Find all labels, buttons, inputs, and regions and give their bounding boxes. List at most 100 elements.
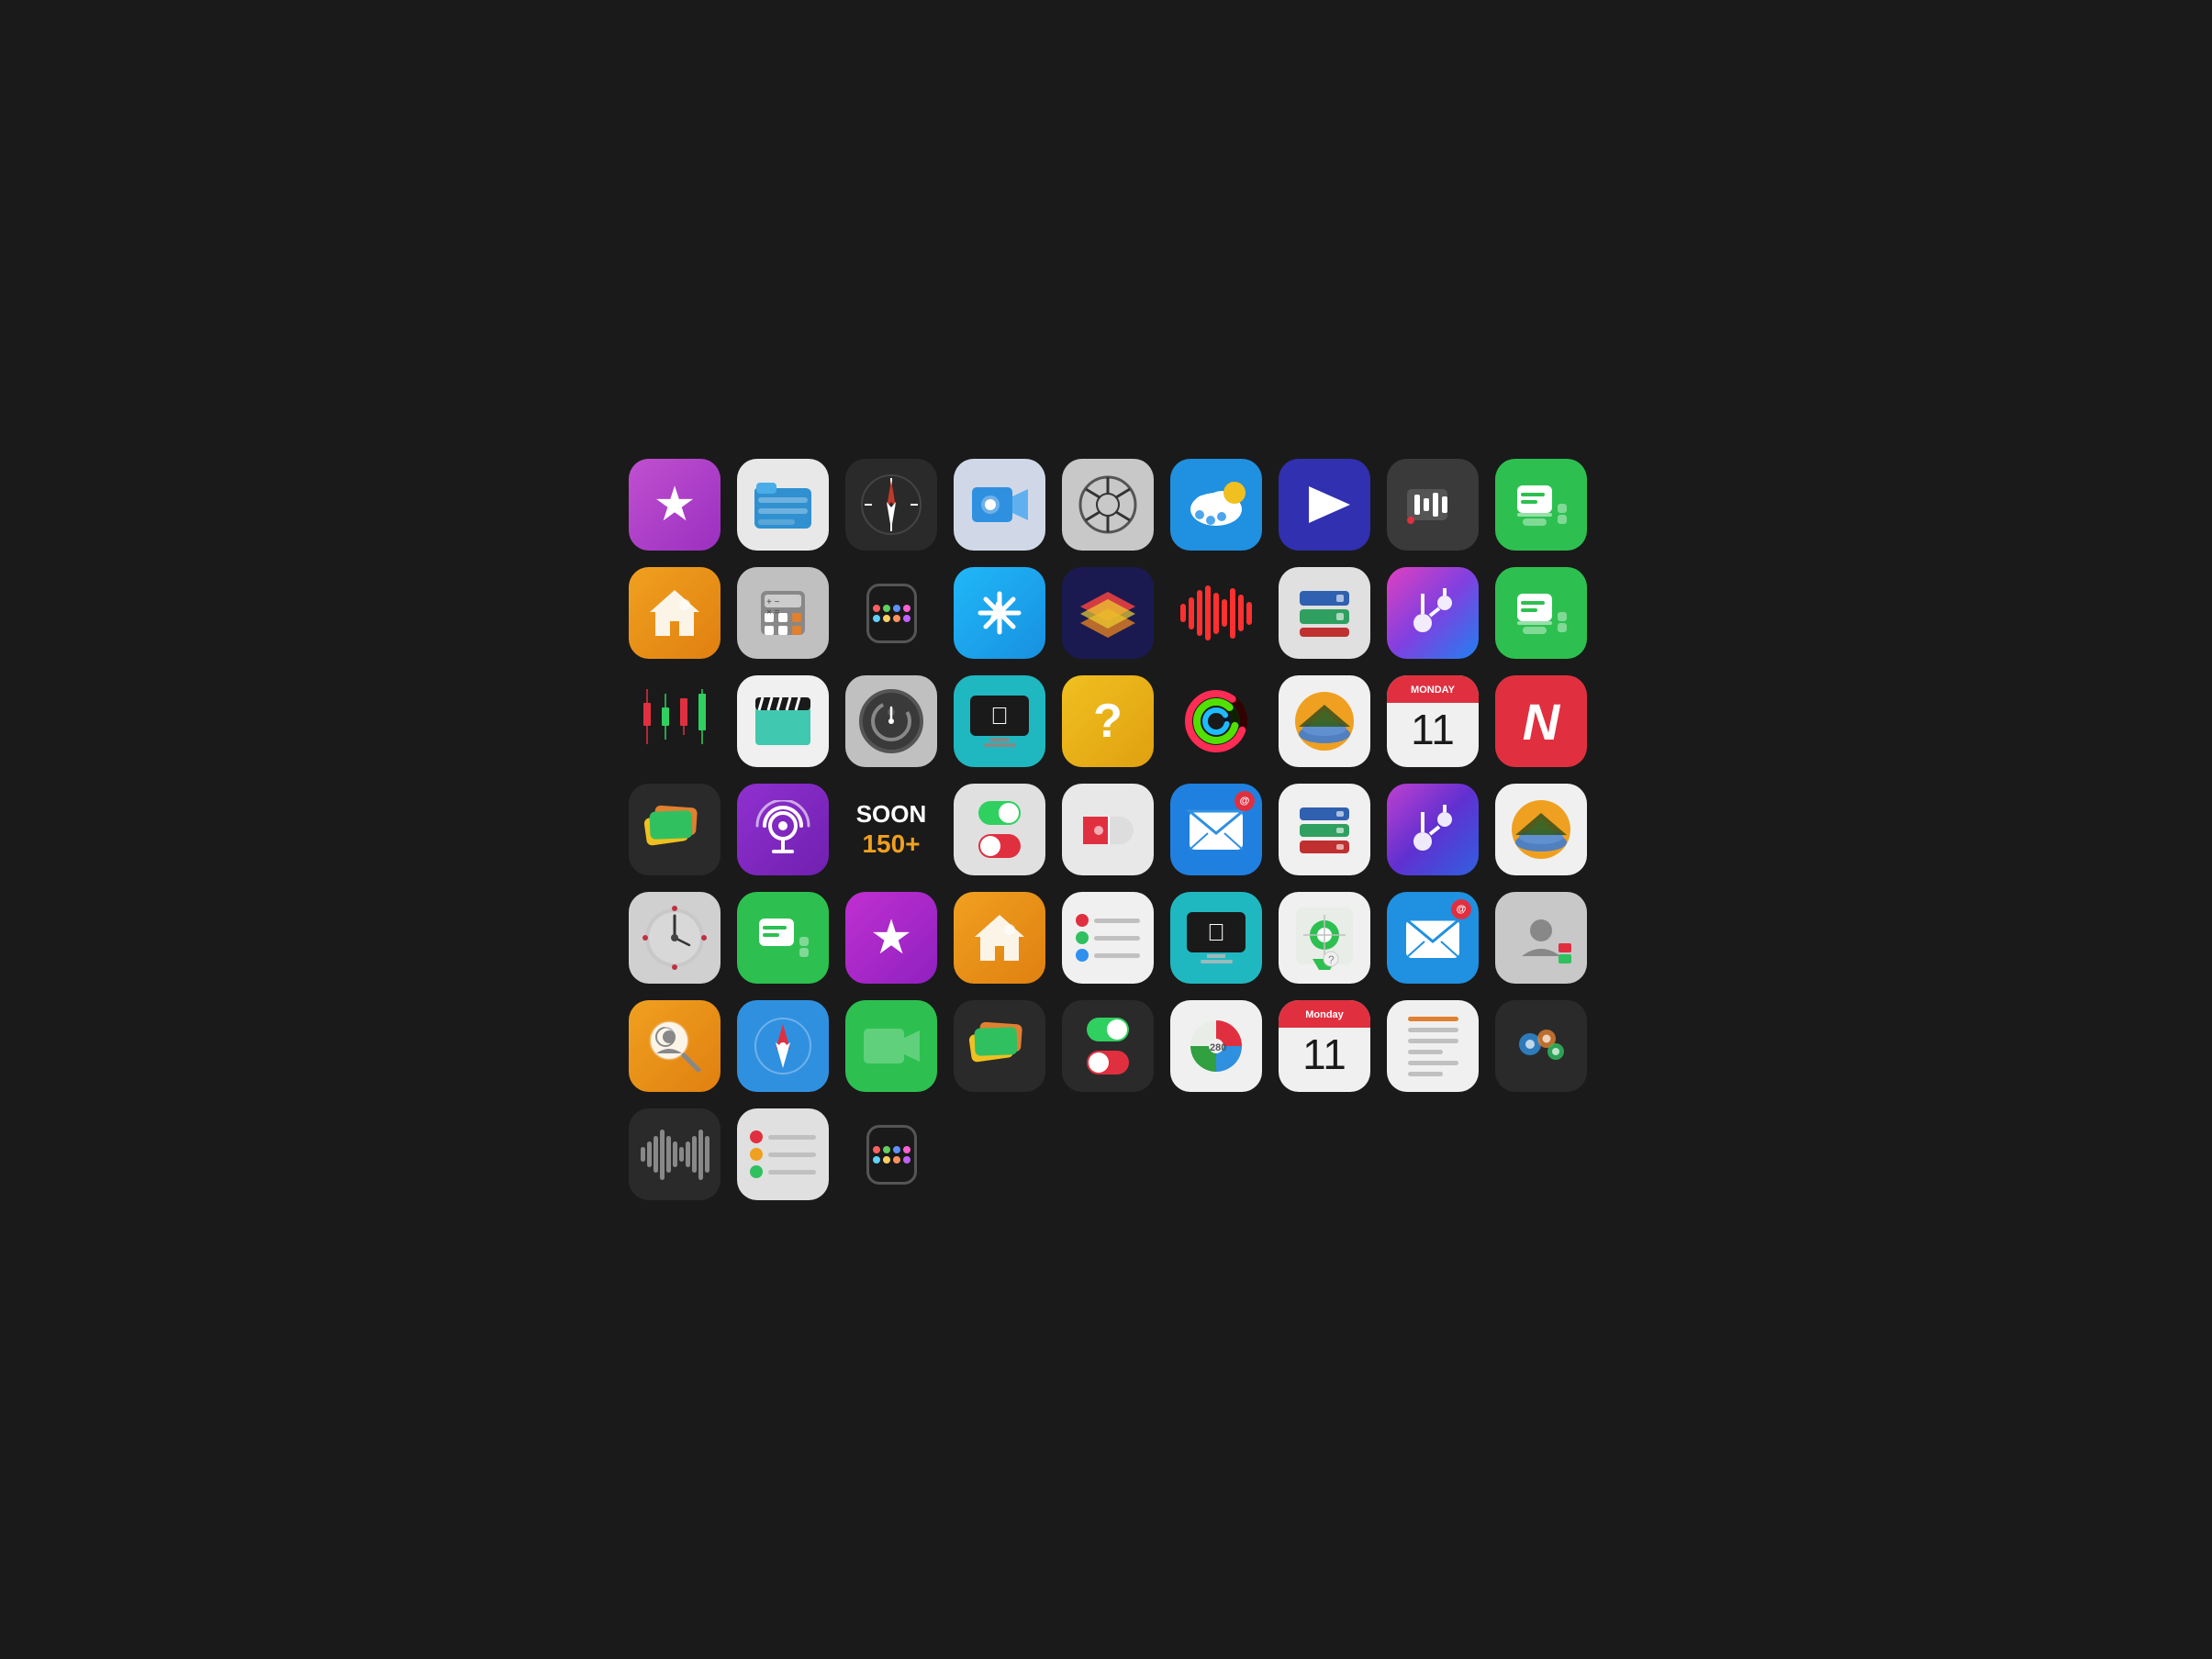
icon-dbngin-2[interactable] (1279, 784, 1370, 875)
contact-line (1094, 936, 1140, 941)
soon-text: SOON 150+ (856, 800, 927, 860)
contact-dot (1076, 949, 1089, 962)
icon-mango[interactable] (1279, 675, 1370, 767)
icon-aperture[interactable] (1062, 459, 1154, 551)
icon-medicine[interactable] (1062, 784, 1154, 875)
contact-line (1094, 953, 1140, 958)
icon-app-store[interactable]: A (954, 567, 1045, 659)
icon-coupon-2[interactable] (954, 1000, 1045, 1092)
icon-notes[interactable] (1387, 1000, 1479, 1092)
icon-screenium-2[interactable] (845, 1000, 937, 1092)
icon-speeko[interactable] (1495, 459, 1587, 551)
icon-speeko-2[interactable] (1495, 567, 1587, 659)
icon-podcast[interactable] (737, 784, 829, 875)
contact-dot (1076, 931, 1089, 944)
icon-grid: ★ (601, 431, 1611, 1228)
toggle-track-on-2 (1087, 1018, 1129, 1041)
toggle-row-4 (1087, 1051, 1129, 1074)
icon-onswitch[interactable] (954, 784, 1045, 875)
icon-resolution[interactable]:  (954, 675, 1045, 767)
icon-sherlock[interactable] (629, 1000, 721, 1092)
icon-compass[interactable] (845, 459, 937, 551)
watch-face-2 (866, 1125, 917, 1185)
toggle-track-on (978, 801, 1021, 825)
icon-mimestream[interactable]: @ (1170, 784, 1262, 875)
notes-line-3 (1408, 1050, 1444, 1054)
icon-capo[interactable] (1387, 567, 1479, 659)
reminder-row-2 (750, 1148, 816, 1161)
icon-soon: SOON 150+ (845, 784, 937, 875)
notes-lines (1408, 1017, 1458, 1076)
icon-imovie[interactable] (1279, 459, 1370, 551)
icon-pricetag[interactable]: ★ (845, 892, 937, 984)
toggle-knob-2 (1107, 1019, 1127, 1040)
icon-calendar-2[interactable]: Monday 11 (1279, 1000, 1370, 1092)
notes-line-4 (1408, 1061, 1458, 1065)
icon-maps[interactable]: ? (1279, 892, 1370, 984)
mail-badge: @ (1234, 791, 1255, 811)
icon-news[interactable]: N (1495, 675, 1587, 767)
calendar-day: Monday (1411, 685, 1455, 696)
notes-line-header (1408, 1017, 1458, 1021)
reminder-dot-1 (750, 1130, 763, 1143)
silenz-dial (859, 689, 923, 753)
icon-mercury-weather[interactable] (1170, 459, 1262, 551)
icon-mango-2[interactable] (1495, 784, 1587, 875)
icon-activity[interactable] (1170, 675, 1262, 767)
svg-text:?: ? (1328, 953, 1335, 966)
icon-reminders[interactable] (737, 1108, 829, 1200)
icon-home[interactable] (629, 567, 721, 659)
contact-row-1 (1076, 914, 1140, 927)
icon-speeko-3[interactable] (737, 892, 829, 984)
icon-calculator[interactable]: + − × = (737, 567, 829, 659)
icon-contacts-dark[interactable] (1495, 892, 1587, 984)
toggle-knob-3 (1089, 1052, 1109, 1073)
icon-mimestream-2[interactable]: @ (1387, 892, 1479, 984)
reminder-rows (750, 1130, 816, 1178)
contact-line (1094, 919, 1140, 923)
reminder-dot-2 (750, 1148, 763, 1161)
icon-claquette[interactable] (737, 675, 829, 767)
icon-itunes[interactable]: ★ (629, 459, 721, 551)
icon-home-2[interactable] (954, 892, 1045, 984)
watch-dots-2 (873, 1146, 910, 1164)
icon-file-browser[interactable] (737, 459, 829, 551)
toggle-knob (999, 803, 1019, 823)
icon-speeko-dark[interactable] (1387, 459, 1479, 551)
reminder-line-2 (768, 1152, 816, 1157)
svg-text:× =: × = (766, 607, 780, 618)
icon-sound-waves[interactable] (1170, 567, 1262, 659)
contact-rows (1076, 914, 1140, 962)
contact-row-2 (1076, 931, 1140, 944)
icon-facetime[interactable] (1495, 1000, 1587, 1092)
monitor:  (970, 696, 1029, 736)
reminder-dot-3 (750, 1165, 763, 1178)
contact-dot (1076, 914, 1089, 927)
toggle-track-off-2 (1087, 1051, 1129, 1074)
icon-stock[interactable] (629, 675, 721, 767)
reminder-line-1 (768, 1135, 816, 1140)
svg-text:280: 280 (1210, 1042, 1226, 1053)
icon-capo-2[interactable] (1387, 784, 1479, 875)
icon-watch-app-2[interactable] (845, 1108, 937, 1200)
notes-line-1 (1408, 1028, 1458, 1032)
icon-layers[interactable] (1062, 567, 1154, 659)
watch-face (866, 584, 917, 643)
icon-clock[interactable] (629, 892, 721, 984)
icon-watch-app[interactable] (845, 567, 937, 659)
icon-onswitch-2[interactable] (1062, 1000, 1154, 1092)
icon-calendar[interactable]: Monday 11 (1387, 675, 1479, 767)
icon-contacts[interactable] (1062, 892, 1154, 984)
icon-coupon[interactable] (629, 784, 721, 875)
icon-dbngin[interactable] (1279, 567, 1370, 659)
icon-resolution-2[interactable]:  (1170, 892, 1262, 984)
svg-text:A: A (989, 596, 1008, 625)
icon-sound-bars-dark[interactable] (629, 1108, 721, 1200)
mail-badge-2: @ (1451, 899, 1471, 919)
icon-silenz[interactable] (845, 675, 937, 767)
question-mark: ? (1093, 694, 1123, 749)
icon-screenium[interactable] (954, 459, 1045, 551)
icon-safari[interactable] (737, 1000, 829, 1092)
icon-maps-mac[interactable]: 280 (1170, 1000, 1262, 1092)
icon-suggest[interactable]: ? (1062, 675, 1154, 767)
